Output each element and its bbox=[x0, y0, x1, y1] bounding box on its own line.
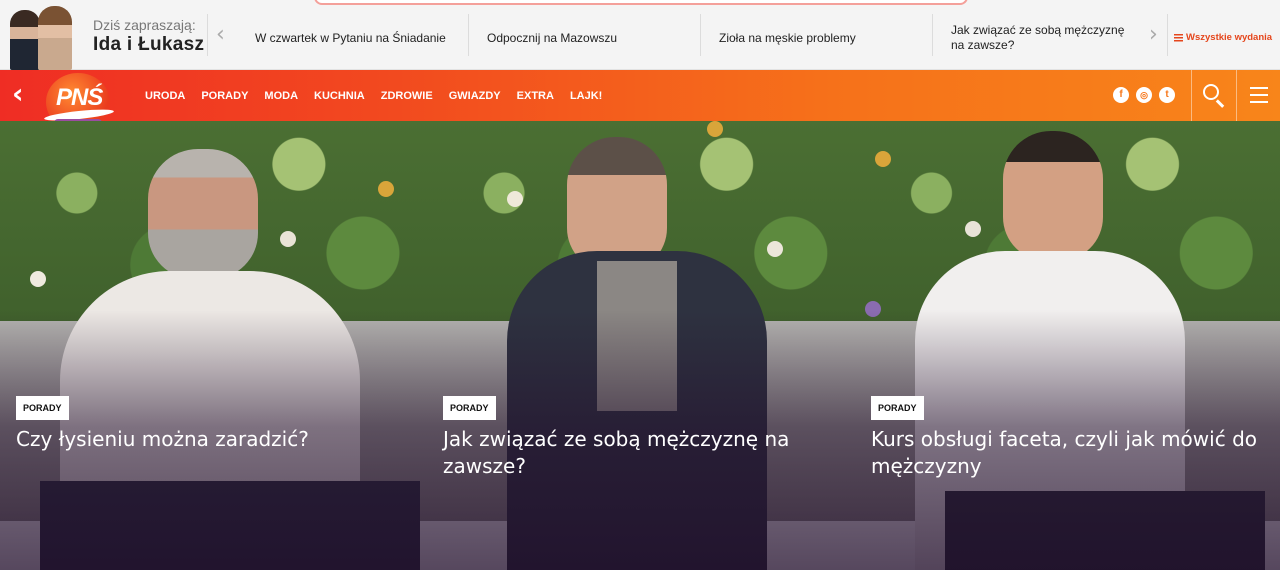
topic-link[interactable]: W czwartek w Pytaniu na Śniadanie bbox=[255, 31, 455, 46]
divider bbox=[1236, 70, 1237, 121]
twitter-icon[interactable]: t bbox=[1159, 87, 1175, 103]
all-editions-link[interactable]: Wszystkie wydania bbox=[1174, 32, 1272, 43]
instagram-icon[interactable]: ◎ bbox=[1136, 87, 1152, 103]
hosts-names[interactable]: Ida i Łukasz bbox=[93, 34, 204, 56]
chevron-right-icon[interactable]: › bbox=[1149, 24, 1163, 46]
menu-item-porady[interactable]: PORADY bbox=[201, 90, 248, 102]
divider bbox=[1167, 14, 1168, 56]
list-icon bbox=[1174, 33, 1183, 42]
topic-link[interactable]: Odpocznij na Mazowszu bbox=[487, 31, 687, 46]
menu-item-uroda[interactable]: URODA bbox=[145, 90, 185, 102]
divider bbox=[207, 14, 208, 56]
menu-item-gwiazdy[interactable]: GWIAZDY bbox=[449, 90, 501, 102]
divider bbox=[1191, 70, 1192, 121]
top-strip: Dziś zapraszają: Ida i Łukasz ‹ W czwart… bbox=[0, 0, 1280, 70]
category-badge[interactable]: PORADY bbox=[443, 396, 496, 420]
host-ida-image bbox=[38, 6, 72, 70]
hosts-label: Dziś zapraszają: bbox=[93, 17, 196, 33]
back-arrow-icon[interactable]: ‹ bbox=[12, 80, 38, 108]
hamburger-menu-icon[interactable] bbox=[1250, 87, 1268, 103]
logo-text: PNŚ bbox=[56, 84, 103, 111]
article-title[interactable]: Czy łysieniu można zaradzić? bbox=[16, 426, 406, 453]
divider bbox=[468, 14, 469, 56]
article-card[interactable]: PORADY Czy łysieniu można zaradzić? bbox=[0, 121, 427, 570]
host-lukasz-image bbox=[10, 10, 40, 70]
article-title[interactable]: Kurs obsługi faceta, czyli jak mówić do … bbox=[871, 426, 1261, 480]
facebook-icon[interactable]: f bbox=[1113, 87, 1129, 103]
main-navbar: ‹ PNŚ URODA PORADY MODA KUCHNIA ZDROWIE … bbox=[0, 70, 1280, 131]
menu-item-kuchnia[interactable]: KUCHNIA bbox=[314, 90, 365, 102]
category-badge[interactable]: PORADY bbox=[16, 396, 69, 420]
menu-item-lajk[interactable]: LAJK! bbox=[570, 90, 602, 102]
hosts-photo[interactable] bbox=[6, 4, 74, 70]
main-menu: URODA PORADY MODA KUCHNIA ZDROWIE GWIAZD… bbox=[145, 90, 602, 102]
menu-item-moda[interactable]: MODA bbox=[264, 90, 298, 102]
search-bar-edge[interactable] bbox=[314, 0, 968, 5]
article-card[interactable]: PORADY Kurs obsługi faceta, czyli jak mó… bbox=[855, 121, 1280, 570]
article-title[interactable]: Jak związać ze sobą mężczyznę na zawsze? bbox=[443, 426, 833, 480]
category-badge[interactable]: PORADY bbox=[871, 396, 924, 420]
search-icon[interactable] bbox=[1202, 83, 1226, 108]
topic-link[interactable]: Zioła na męskie problemy bbox=[719, 31, 919, 46]
menu-item-extra[interactable]: EXTRA bbox=[517, 90, 554, 102]
article-card[interactable]: PORADY Jak związać ze sobą mężczyznę na … bbox=[427, 121, 855, 570]
divider bbox=[932, 14, 933, 56]
article-cards: PORADY Czy łysieniu można zaradzić? PORA… bbox=[0, 121, 1280, 570]
all-editions-label: Wszystkie wydania bbox=[1186, 32, 1273, 43]
topic-link[interactable]: Jak związać ze sobą mężczyznę na zawsze? bbox=[951, 23, 1141, 53]
divider bbox=[700, 14, 701, 56]
menu-item-zdrowie[interactable]: ZDROWIE bbox=[381, 90, 433, 102]
chevron-left-icon[interactable]: ‹ bbox=[216, 24, 230, 46]
